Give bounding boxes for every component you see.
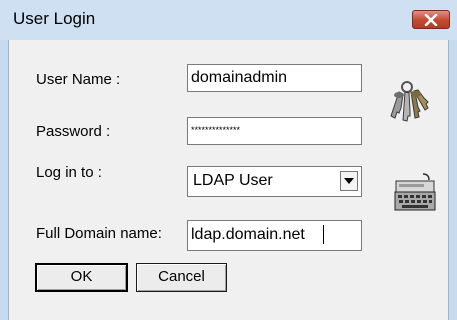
domain-value: ldap.domain.net xyxy=(191,226,305,243)
cancel-button[interactable]: Cancel xyxy=(136,263,227,292)
login-to-select[interactable]: LDAP User xyxy=(187,166,362,197)
username-label: User Name : xyxy=(36,71,121,88)
text-cursor xyxy=(323,225,324,244)
login-to-value: LDAP User xyxy=(193,172,273,189)
dropdown-button[interactable] xyxy=(340,171,358,191)
close-button[interactable] xyxy=(412,10,450,29)
login-to-label: Log in to : xyxy=(36,164,102,181)
dropdown-arrow-icon xyxy=(344,178,354,184)
password-label: Password : xyxy=(36,123,111,140)
keys-icon xyxy=(390,81,429,122)
close-icon xyxy=(424,13,438,26)
password-field[interactable]: ************** xyxy=(187,117,362,145)
username-field[interactable]: domainadmin xyxy=(187,64,362,92)
keyboard-icon xyxy=(394,173,436,211)
ok-button[interactable]: OK xyxy=(35,263,128,292)
window-title: User Login xyxy=(13,9,96,28)
domain-field[interactable]: ldap.domain.net xyxy=(187,220,362,251)
title-bar[interactable]: User Login xyxy=(0,0,457,40)
login-dialog: User Login User Name : domainadmin Passw… xyxy=(0,0,457,320)
domain-label: Full Domain name: xyxy=(36,225,162,242)
